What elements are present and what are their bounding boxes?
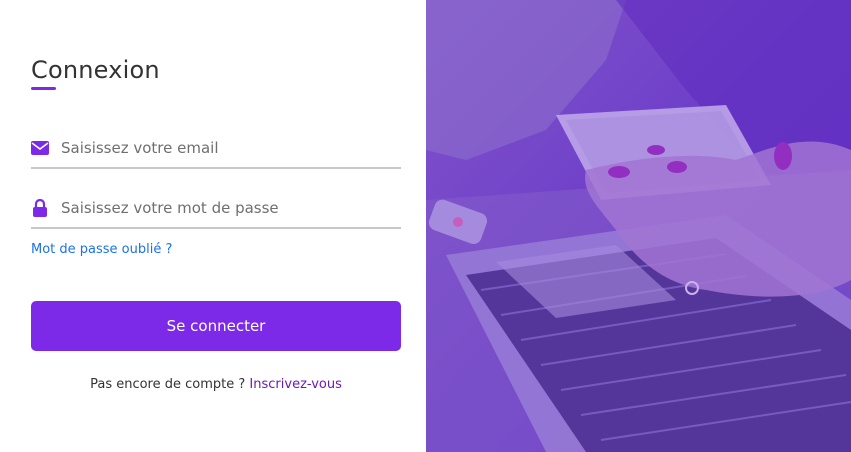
signup-prompt-line: Pas encore de compte ? Inscrivez-vous (31, 377, 401, 392)
forgot-password-link[interactable]: Mot de passe oublié ? (31, 242, 172, 257)
password-input[interactable] (61, 193, 381, 223)
page-title: Connexion (31, 56, 160, 84)
envelope-icon (31, 139, 49, 157)
login-form-panel: Connexion Mot de passe oublié ? Se conne… (0, 0, 426, 452)
hero-photo-illustration (426, 0, 851, 452)
title-underline (31, 87, 56, 90)
login-button[interactable]: Se connecter (31, 301, 401, 351)
signup-link[interactable]: Inscrivez-vous (249, 377, 341, 392)
signup-prompt-text: Pas encore de compte ? (90, 377, 246, 392)
password-field-row (31, 189, 401, 229)
hero-image (426, 0, 851, 452)
lock-icon (31, 199, 49, 217)
login-page: Connexion Mot de passe oublié ? Se conne… (0, 0, 851, 452)
email-field-row (31, 129, 401, 169)
email-input[interactable] (61, 133, 381, 163)
